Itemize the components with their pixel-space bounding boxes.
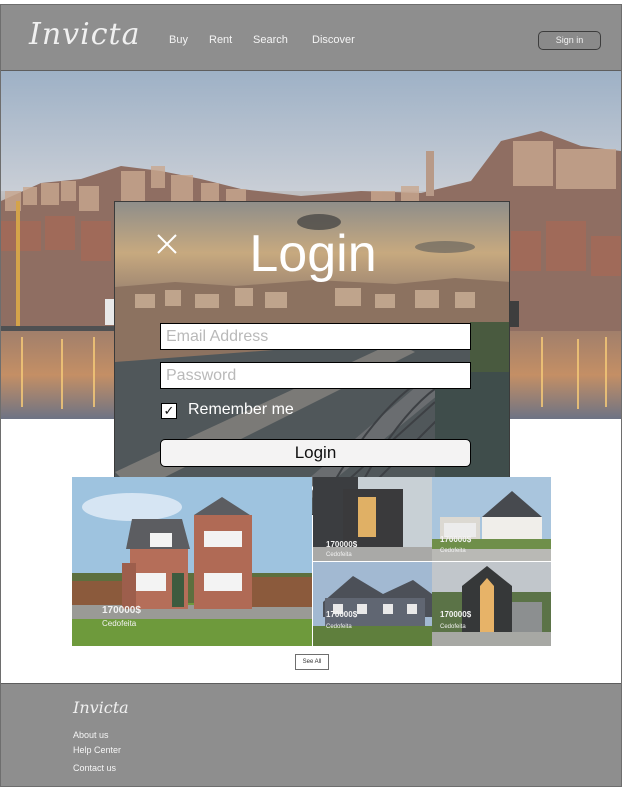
listing-card[interactable]: 170000$ Cedofeita	[72, 477, 312, 646]
logo[interactable]: Invicta	[29, 17, 140, 52]
password-field[interactable]	[160, 362, 471, 389]
nav-discover[interactable]: Discover	[312, 34, 355, 46]
modal-title: Login	[249, 225, 377, 283]
login-modal: Login ✓ Remember me Login Forgot Passwor…	[114, 201, 510, 515]
listing-price: 170000$	[440, 535, 472, 544]
remember-me-label: Remember me	[188, 401, 294, 418]
house-photo	[432, 562, 551, 646]
remember-me-checkbox[interactable]: ✓	[161, 403, 177, 419]
listing-card[interactable]: 170000$ Cedofeita	[313, 562, 432, 646]
footer: Invicta About us Help Center Contact us	[1, 683, 621, 786]
listing-card[interactable]: 170000$ Cedofeita	[432, 562, 551, 646]
footer-link-about-us[interactable]: About us	[73, 730, 109, 740]
listings-grid: 170000$ Cedofeita 170000$ Cedofeita 1700…	[72, 477, 551, 646]
listing-card[interactable]: 170000$ Cedofeita	[432, 477, 551, 561]
footer-logo: Invicta	[73, 698, 129, 717]
listing-price: 170000$	[440, 610, 472, 619]
listing-location: Cedofeita	[440, 548, 466, 554]
email-field[interactable]	[160, 323, 471, 350]
listing-price: 170000$	[326, 540, 358, 549]
footer-link-contact-us[interactable]: Contact us	[73, 763, 116, 773]
footer-link-help-center[interactable]: Help Center	[73, 745, 121, 755]
see-all-button[interactable]: See All	[295, 654, 329, 670]
page: Invicta Buy Rent Search Discover Sign in	[0, 4, 622, 787]
sign-in-button[interactable]: Sign in	[538, 31, 601, 50]
nav-buy[interactable]: Buy	[169, 34, 188, 46]
listing-location: Cedofeita	[102, 619, 137, 628]
login-button[interactable]: Login	[160, 439, 471, 467]
nav-search[interactable]: Search	[253, 34, 288, 46]
house-photo	[313, 562, 432, 646]
listing-price: 170000$	[326, 610, 358, 619]
listing-location: Cedofeita	[440, 624, 466, 630]
nav-rent[interactable]: Rent	[209, 34, 232, 46]
top-navbar: Invicta Buy Rent Search Discover Sign in	[1, 5, 621, 71]
listing-price: 170000$	[102, 605, 141, 616]
listing-card[interactable]: 170000$ Cedofeita	[313, 477, 432, 561]
listing-location: Cedofeita	[326, 624, 352, 630]
listing-location: Cedofeita	[326, 552, 352, 558]
